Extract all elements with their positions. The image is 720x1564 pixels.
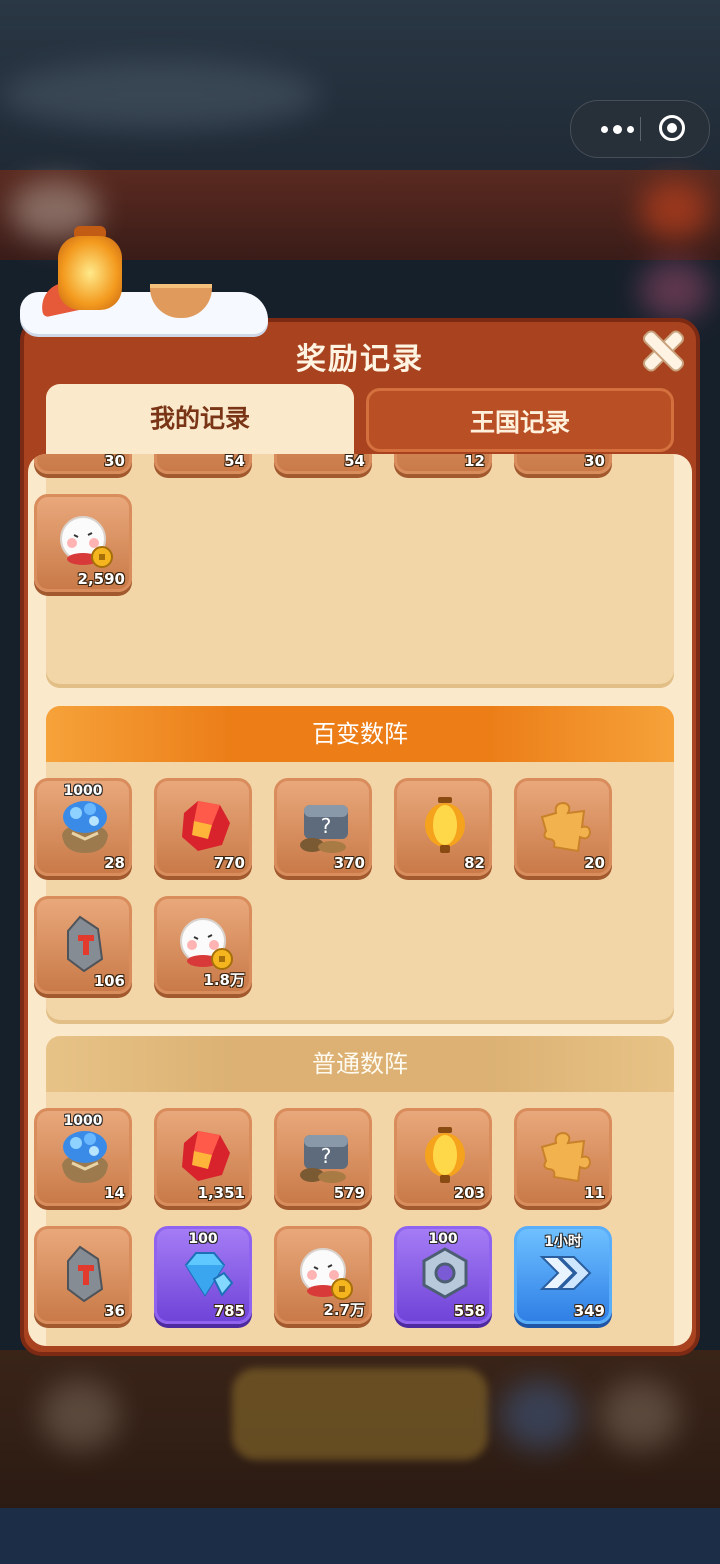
background-blur [40, 1380, 120, 1450]
reward-item[interactable]: 100 558 [394, 1226, 492, 1324]
reward-item[interactable]: 1,351 [154, 1108, 252, 1206]
reward-item[interactable]: 82 [394, 778, 492, 876]
capsule-divider [640, 117, 641, 141]
rune-stone-icon [54, 1243, 116, 1305]
reward-item[interactable]: 30 [514, 454, 612, 474]
puzzle-piece-icon [534, 1125, 596, 1187]
close-icon[interactable] [638, 326, 688, 376]
tab-my-records[interactable]: 我的记录 [46, 384, 354, 460]
background-blur [500, 1380, 580, 1450]
reward-item[interactable]: 1.8万 [154, 896, 252, 994]
item-count: 14 [104, 1184, 125, 1202]
reward-item[interactable]: 30 [34, 454, 132, 474]
item-count: 349 [573, 1302, 605, 1320]
gem-bag-icon [54, 795, 116, 857]
tab-kingdom-records[interactable]: 王国记录 [366, 388, 674, 452]
item-count: 558 [453, 1302, 485, 1320]
exit-icon[interactable] [659, 115, 685, 141]
item-count: 30 [104, 454, 125, 470]
item-tag: 1000 [63, 783, 103, 799]
item-count: 54 [344, 454, 365, 470]
reward-item[interactable]: 12 [394, 454, 492, 474]
item-count: 12 [464, 454, 485, 470]
svg-text:?: ? [321, 814, 332, 838]
reward-item[interactable]: 1000 28 [34, 778, 132, 876]
puzzle-piece-icon [534, 795, 596, 857]
bottom-bar [0, 1508, 720, 1564]
reward-item[interactable]: 100 785 [154, 1226, 252, 1324]
lantern-decoration [58, 236, 122, 310]
item-tag: 1000 [63, 1113, 103, 1129]
reward-item[interactable]: ? 579 [274, 1108, 372, 1206]
red-crystal-icon [174, 795, 236, 857]
miniprogram-capsule [570, 100, 710, 158]
reward-item[interactable]: 54 [154, 454, 252, 474]
item-tag: 1小时 [544, 1234, 582, 1250]
reward-item[interactable]: 203 [394, 1108, 492, 1206]
reward-item[interactable]: 36 [34, 1226, 132, 1324]
reward-item[interactable]: 2.7万 [274, 1226, 372, 1324]
item-tag: 100 [428, 1231, 458, 1247]
reward-item[interactable]: 11 [514, 1108, 612, 1206]
item-count: 54 [224, 454, 245, 470]
lantern-icon [414, 795, 476, 857]
background-blur [600, 1380, 680, 1450]
reward-section [46, 454, 674, 688]
reward-item[interactable]: 1小时 349 [514, 1226, 612, 1324]
item-count: 770 [213, 854, 245, 872]
item-count: 20 [584, 854, 605, 872]
dialog-title: 奖励记录 [296, 342, 424, 377]
svg-text:?: ? [321, 1144, 332, 1168]
speed-up-icon [534, 1243, 596, 1305]
item-count: 579 [333, 1184, 365, 1202]
reward-item[interactable]: 106 [34, 896, 132, 994]
background-blur [640, 260, 710, 320]
item-count: 1.8万 [203, 971, 245, 989]
reward-item[interactable]: 1000 14 [34, 1108, 132, 1206]
item-count: 36 [104, 1302, 125, 1320]
reward-item[interactable]: 2,590 [34, 494, 132, 592]
item-count: 82 [464, 854, 485, 872]
record-list[interactable]: 3054?5412302,590百变数阵100028770?3708220106… [28, 454, 692, 1346]
lantern-icon [414, 1125, 476, 1187]
background-button-blur [232, 1368, 488, 1460]
item-count: 370 [333, 854, 365, 872]
background-blur [0, 60, 320, 130]
section-header: 普通数阵 [46, 1036, 674, 1092]
item-count: 2.7万 [323, 1301, 365, 1319]
reward-item[interactable]: 770 [154, 778, 252, 876]
more-icon[interactable] [587, 101, 647, 157]
item-count: 106 [93, 972, 125, 990]
gem-bag-icon [54, 1125, 116, 1187]
coin-mascot-icon [174, 913, 236, 975]
item-count: 28 [104, 854, 125, 872]
reward-item[interactable]: ?54 [274, 454, 372, 474]
treasure-chest-icon: ? [294, 1125, 356, 1187]
item-count: 2,590 [77, 570, 125, 588]
red-crystal-icon [174, 1125, 236, 1187]
coin-mascot-icon [54, 511, 116, 573]
item-count: 11 [584, 1184, 605, 1202]
treasure-chest-icon: ? [294, 795, 356, 857]
reward-item[interactable]: 20 [514, 778, 612, 876]
item-tag: 100 [188, 1231, 218, 1247]
reward-item[interactable]: ? 370 [274, 778, 372, 876]
item-count: 785 [213, 1302, 245, 1320]
item-count: 203 [453, 1184, 485, 1202]
section-header: 百变数阵 [46, 706, 674, 762]
background-blur [640, 180, 710, 240]
coin-mascot-icon [294, 1243, 356, 1305]
rune-stone-icon [54, 913, 116, 975]
item-count: 1,351 [197, 1184, 245, 1202]
hex-nut-icon [414, 1243, 476, 1305]
diamond-icon [174, 1243, 236, 1305]
item-count: 30 [584, 454, 605, 470]
